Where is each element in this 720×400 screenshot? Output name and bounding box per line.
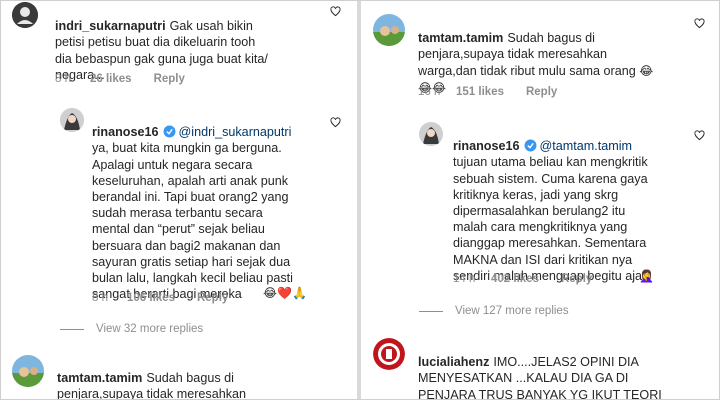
- left-panel: indri_sukarnaputri Gak usah bikin petisi …: [0, 0, 357, 400]
- avatar[interactable]: [373, 14, 405, 46]
- comment-meta: 8 h 26 likes Reply: [55, 73, 185, 85]
- view-more-replies[interactable]: View 127 more replies: [419, 305, 569, 317]
- verified-badge-icon: [524, 139, 537, 152]
- right-panel: tamtam.tamim Sudah bagus di penjara,supay…: [361, 0, 720, 400]
- like-heart-icon[interactable]: [330, 117, 341, 128]
- comment-username[interactable]: tamtam.tamim: [57, 371, 142, 385]
- mention-link[interactable]: @tamtam.tamim: [540, 139, 633, 153]
- comment-tamtam: tamtam.tamim Sudah bagus di penjara,supay…: [361, 0, 720, 105]
- view-more-label: View 127 more replies: [455, 305, 569, 317]
- comment-username[interactable]: tamtam.tamim: [418, 31, 503, 45]
- divider-line: [419, 310, 443, 312]
- avatar[interactable]: [60, 108, 84, 132]
- like-heart-icon[interactable]: [694, 18, 705, 29]
- comment-emojis: 😂: [639, 63, 654, 78]
- comment-username[interactable]: rinanose16: [453, 139, 520, 153]
- view-more-replies[interactable]: View 32 more replies: [60, 323, 203, 335]
- likes-count[interactable]: 26 likes: [90, 73, 132, 85]
- like-heart-icon[interactable]: [330, 6, 341, 17]
- avatar[interactable]: [373, 338, 405, 370]
- comment-lucialiahenz: lucialiahenz IMO....JELAS2 OPINI DIA MENY…: [361, 334, 720, 400]
- likes-count[interactable]: 106 likes: [127, 292, 175, 304]
- comment-meta: 16 h 151 likes Reply: [418, 86, 557, 98]
- comment-username[interactable]: rinanose16: [92, 125, 159, 139]
- likes-count[interactable]: 151 likes: [456, 86, 504, 98]
- comment-username[interactable]: indri_sukarnaputri: [55, 19, 166, 33]
- verified-badge-icon: [163, 125, 176, 138]
- comment-time: 14 h: [453, 273, 476, 285]
- reply-rinanose-1: rinanose16 @indri_sukarnaputri ya, buat k…: [0, 105, 357, 305]
- reply-button[interactable]: Reply: [526, 86, 557, 98]
- reply-button[interactable]: Reply: [197, 292, 228, 304]
- reply-button[interactable]: Reply: [561, 273, 592, 285]
- view-more-label: View 32 more replies: [96, 323, 204, 335]
- comment-emojis: 🤦‍♀️: [639, 269, 654, 284]
- reply-button[interactable]: Reply: [154, 73, 185, 85]
- avatar[interactable]: [12, 2, 38, 28]
- comment-meta: 8 h 106 likes Reply: [92, 292, 228, 304]
- likes-count[interactable]: 402 likes: [491, 273, 539, 285]
- comment-time: 8 h: [55, 73, 71, 85]
- comment-time: 16 h: [418, 86, 441, 98]
- reply-rinanose-2: rinanose16 @tamtam.tamim tujuan utama bel…: [361, 118, 720, 293]
- mention-link[interactable]: @indri_sukarnaputri: [179, 125, 292, 139]
- comment-time: 8 h: [92, 292, 108, 304]
- like-heart-icon[interactable]: [694, 130, 705, 141]
- comment-emojis: 😂❤️🙏: [263, 286, 307, 301]
- divider-line: [60, 328, 84, 330]
- screenshot-collage: indri_sukarnaputri Gak usah bikin petisi …: [0, 0, 720, 400]
- comment-indri: indri_sukarnaputri Gak usah bikin petisi …: [0, 0, 357, 95]
- avatar[interactable]: [12, 355, 44, 387]
- avatar[interactable]: [419, 122, 443, 146]
- comment-meta: 14 h 402 likes Reply: [453, 273, 592, 285]
- comment-username[interactable]: lucialiahenz: [418, 355, 489, 369]
- comment-text: tujuan utama beliau kan mengkritik sebua…: [453, 155, 648, 283]
- comment-tamtam: tamtam.tamim Sudah bagus di penjara,supay…: [0, 352, 357, 400]
